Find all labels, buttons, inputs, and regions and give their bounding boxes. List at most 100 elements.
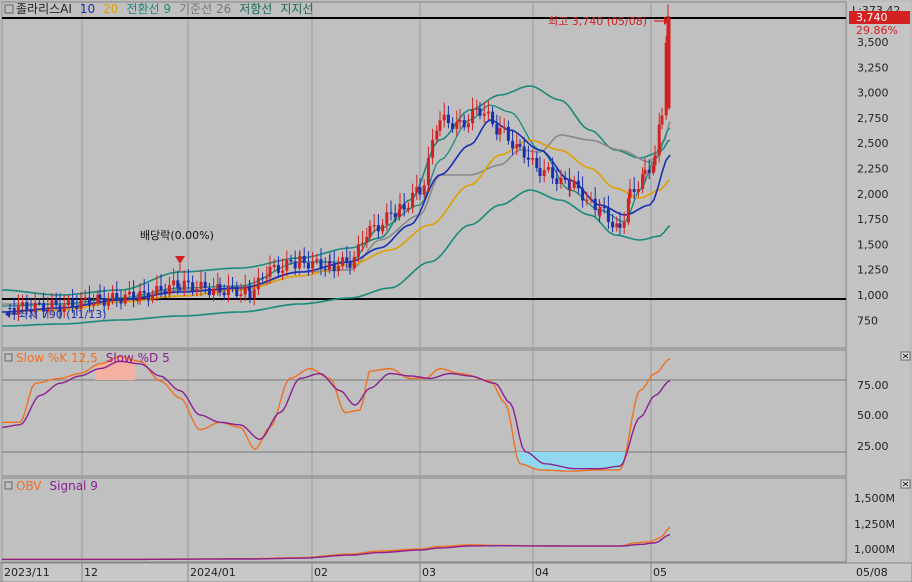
square-icon[interactable] xyxy=(4,353,13,362)
square-icon[interactable] xyxy=(4,481,13,490)
x-axis-label: 2023/11 xyxy=(4,566,50,579)
legend-item: 기준선 26 xyxy=(179,2,231,16)
candle-body xyxy=(438,120,442,131)
candle-body xyxy=(455,121,459,130)
legend-item: Slow %D 5 xyxy=(106,351,170,365)
candle-body xyxy=(475,108,479,110)
stoch-legend: Slow %K 12,5 Slow %D 5 xyxy=(16,351,170,365)
candle-body xyxy=(435,130,439,140)
candle-body xyxy=(119,299,123,304)
candle-body xyxy=(281,270,285,273)
candle-body xyxy=(272,264,276,267)
legend-item: 전환선 9 xyxy=(126,2,171,16)
legend-item: 졸라리스AI xyxy=(16,2,72,16)
chart-canvas[interactable]: 최고 3,740 (05/08) 최저 790 (11/13) 배당락(0.00… xyxy=(0,0,912,582)
candle-body xyxy=(115,293,119,300)
stoch-y-tick: 50.00 xyxy=(857,409,889,422)
candle-body xyxy=(498,128,502,135)
candle-body xyxy=(235,286,239,297)
candle-body xyxy=(319,259,323,269)
candle-body xyxy=(502,126,506,129)
candle-body xyxy=(636,189,640,192)
candle-body xyxy=(585,199,589,201)
candle-body xyxy=(8,308,12,310)
candle-body xyxy=(589,198,593,200)
price-y-tick: 750 xyxy=(857,314,878,327)
candle-body xyxy=(268,266,272,277)
price-y-tick: 1,000 xyxy=(857,289,889,302)
price-y-tick: 2,000 xyxy=(857,188,889,201)
candle-body xyxy=(563,177,567,180)
candle-body xyxy=(172,280,176,285)
candle-body xyxy=(127,291,131,295)
candle-body xyxy=(626,198,630,223)
candle-body xyxy=(458,120,462,122)
candle-body xyxy=(411,192,415,208)
candle-body xyxy=(598,206,602,216)
candle-body xyxy=(551,167,555,179)
candle-body xyxy=(142,290,146,294)
candle-body xyxy=(559,177,563,184)
candle-body xyxy=(261,277,265,279)
candle-body xyxy=(328,261,332,263)
candle-body xyxy=(576,180,580,189)
candle-body xyxy=(239,294,243,297)
obv-y-ticks: 1,500M 1,250M 1,000M xyxy=(854,492,895,556)
candle-body xyxy=(12,308,16,314)
candle-body xyxy=(231,286,235,288)
legend-item: 10 xyxy=(80,2,95,16)
high-annotation: 최고 3,740 (05/08) xyxy=(548,15,647,28)
candle-body xyxy=(66,299,70,306)
candle-body xyxy=(653,155,657,166)
x-axis-area xyxy=(0,562,912,582)
candle-body xyxy=(315,259,319,262)
candle-body xyxy=(352,256,356,268)
candle-body xyxy=(667,18,671,108)
candle-body xyxy=(555,178,559,184)
candle-body xyxy=(606,207,610,222)
candle-body xyxy=(71,299,75,307)
candle-body xyxy=(54,300,58,306)
square-icon[interactable] xyxy=(4,4,14,14)
candle-body xyxy=(422,185,426,195)
close-icon[interactable] xyxy=(900,351,911,361)
candle-body xyxy=(361,242,365,245)
candle-body xyxy=(647,169,651,173)
candle-body xyxy=(602,206,606,209)
candle-body xyxy=(495,124,499,135)
candle-body xyxy=(664,42,668,116)
legend-item: 20 xyxy=(103,2,118,16)
x-axis-label: 02 xyxy=(314,566,328,579)
candle-body xyxy=(252,289,256,298)
close-icon[interactable] xyxy=(900,479,911,489)
candle-body xyxy=(542,169,546,176)
candle-body xyxy=(226,286,230,296)
x-axis-right-label: 05/08 xyxy=(856,566,888,579)
candle-body xyxy=(572,180,576,188)
x-axis-label: 05 xyxy=(653,566,667,579)
price-y-tick: 3,000 xyxy=(857,87,889,100)
candle-body xyxy=(376,225,380,232)
candle-body xyxy=(365,237,369,243)
candle-body xyxy=(123,294,127,304)
current-price-label: 3,740 xyxy=(856,11,888,24)
candle-body xyxy=(381,224,385,232)
candle-body xyxy=(491,111,495,125)
candle-body xyxy=(167,284,171,295)
candle-body xyxy=(178,288,182,290)
x-axis-label: 03 xyxy=(422,566,436,579)
candle-body xyxy=(146,293,150,301)
candle-body xyxy=(298,256,302,263)
candle-body xyxy=(568,187,572,190)
candle-body xyxy=(199,281,203,289)
candle-body xyxy=(111,293,115,300)
legend-item: 지지선 xyxy=(280,2,313,16)
candle-body xyxy=(98,294,102,299)
price-y-tick: 2,750 xyxy=(857,112,889,125)
low-annotation: 최저 790 (11/13) xyxy=(18,308,107,321)
candle-body xyxy=(615,223,619,228)
candle-body xyxy=(311,261,315,269)
candle-body xyxy=(657,124,661,156)
candle-body xyxy=(302,256,306,264)
candle-body xyxy=(478,108,482,116)
